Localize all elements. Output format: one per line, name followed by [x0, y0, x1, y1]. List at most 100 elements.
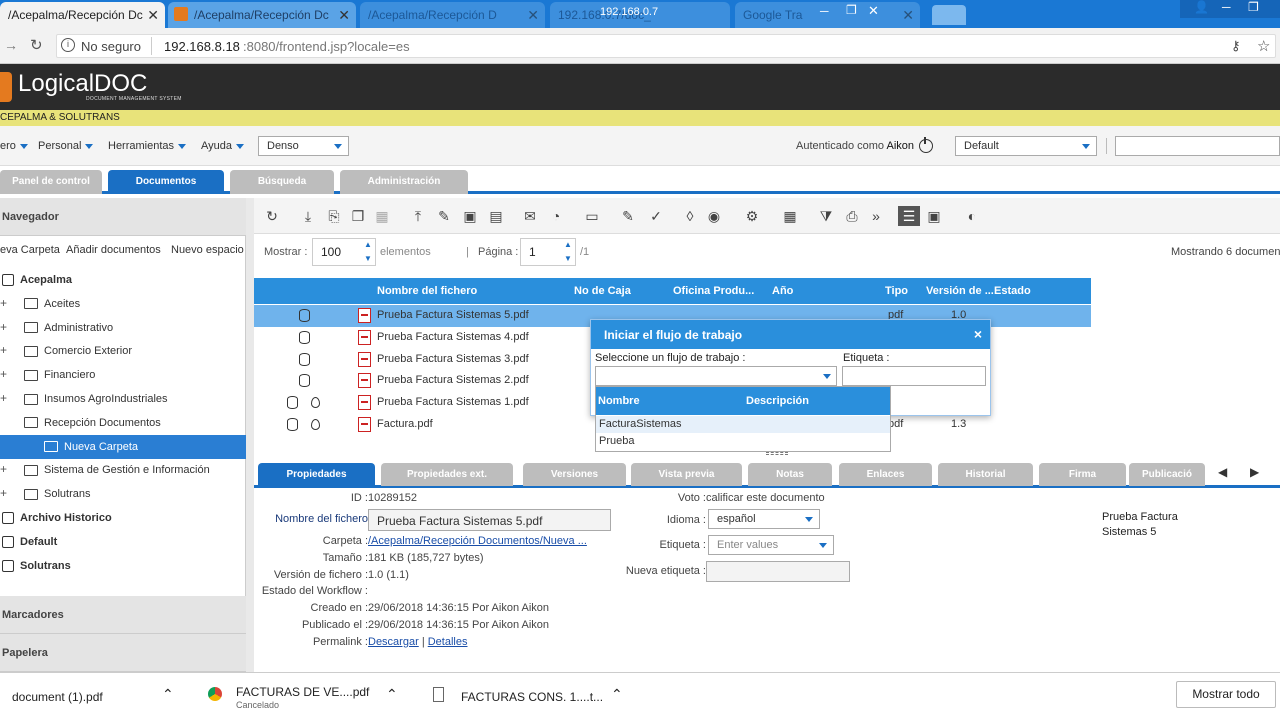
toggle-icon[interactable]: ◐ [964, 208, 980, 224]
navigator-title[interactable]: Navegador [0, 198, 246, 236]
chevron-up-icon[interactable]: ⌃ [386, 686, 398, 703]
workflow-drop-icon[interactable]: ◊ [682, 208, 698, 224]
tab-publication[interactable]: Publicació [1129, 463, 1205, 486]
tab-documents[interactable]: Documentos [108, 170, 224, 194]
tab-dashboard[interactable]: Panel de control [0, 170, 102, 194]
office-icon[interactable]: ▦ [374, 208, 390, 224]
expand-icon[interactable]: + [0, 462, 7, 476]
expand-icon[interactable]: + [0, 367, 7, 381]
column-type[interactable]: Tipo [885, 285, 908, 297]
tab-links[interactable]: Enlaces [839, 463, 932, 486]
settings-icon[interactable]: ⚙ [744, 208, 760, 224]
archive-icon[interactable]: ▭ [584, 208, 600, 224]
tags-input[interactable]: Enter values [708, 535, 834, 555]
new-folder-action[interactable]: eva Carpeta [0, 244, 60, 256]
more-icon[interactable]: » [868, 208, 884, 224]
column-office[interactable]: Oficina Produ... [673, 285, 754, 297]
tab-signature[interactable]: Firma [1039, 463, 1126, 486]
tab-search[interactable]: Búsqueda [230, 170, 334, 194]
tag-input[interactable] [842, 366, 986, 386]
details-link[interactable]: Detalles [428, 636, 468, 648]
chevron-up-icon[interactable]: ⌃ [162, 686, 174, 703]
image-icon[interactable]: ▣ [462, 208, 478, 224]
tab-properties[interactable]: Propiedades [258, 463, 375, 486]
tree-item[interactable]: + Sistema de Gestión e Información [0, 458, 246, 482]
close-tab-icon[interactable]: ✕ [527, 7, 539, 24]
pdf-export-icon[interactable]: ⎘ [326, 208, 342, 224]
tab-versions[interactable]: Versiones [523, 463, 626, 486]
expand-icon[interactable]: + [0, 320, 7, 334]
trash-section[interactable]: Papelera [0, 634, 246, 672]
workflow-select[interactable] [595, 366, 837, 386]
key-icon[interactable]: ⚷ [1231, 38, 1241, 54]
column-year[interactable]: Año [772, 285, 793, 297]
tab-ext-properties[interactable]: Propiedades ext. [381, 463, 513, 486]
tree-item[interactable]: + Administrativo [0, 316, 246, 340]
window-close-icon[interactable]: ✕ [868, 3, 879, 19]
browser-tab-2[interactable]: /Acepalma/Recepción Dc ✕ [168, 2, 356, 28]
user-icon[interactable]: 👤 [1194, 0, 1209, 14]
show-all-button[interactable]: Mostrar todo [1176, 681, 1276, 708]
download-item[interactable]: document (1).pdf ⌃ [0, 673, 190, 721]
tree-item[interactable]: + Aceites [0, 292, 246, 316]
tabs-scroll-left-icon[interactable]: ◀ [1218, 465, 1227, 479]
tree-item[interactable]: Archivo Historico [0, 506, 246, 530]
expand-icon[interactable]: + [0, 391, 7, 405]
upload-icon[interactable]: ⤒ [410, 208, 426, 224]
tree-item[interactable]: Recepción Documentos [0, 411, 246, 435]
refresh-icon[interactable]: ↻ [264, 208, 280, 224]
browser-tab-1[interactable]: /Acepalma/Recepción Dc ✕ [0, 2, 165, 28]
info-icon[interactable]: i [61, 38, 75, 52]
check-icon[interactable]: ✓ [648, 208, 664, 224]
tree-item[interactable]: Nueva Carpeta [0, 434, 246, 459]
download-item[interactable]: FACTURAS DE VE....pdf Cancelado ⌃ [200, 673, 410, 721]
tabs-scroll-right-icon[interactable]: ▶ [1250, 465, 1259, 479]
chevron-up-icon[interactable]: ⌃ [611, 686, 623, 703]
folder-link[interactable]: /Acepalma/Recepción Documentos/Nueva ... [368, 535, 587, 547]
menu-file[interactable]: ero [0, 140, 28, 152]
address-bar[interactable]: i No seguro 192.168.8.18 :8080/frontend.… [56, 34, 1276, 58]
forward-icon[interactable]: → [4, 37, 18, 53]
menu-tools[interactable]: Herramientas [108, 140, 187, 152]
column-status[interactable]: Estado [994, 285, 1031, 297]
document-icon[interactable]: ▤ [488, 208, 504, 224]
spin-down-icon[interactable]: ▼ [564, 254, 572, 263]
approve-icon[interactable]: ◉ [706, 208, 722, 224]
tree-item[interactable]: Default [0, 530, 246, 554]
download-icon[interactable]: ⤓ [300, 208, 316, 224]
tree-item[interactable]: Acepalma [0, 268, 246, 292]
copy-icon[interactable]: ❐ [350, 208, 366, 224]
tab-history[interactable]: Historial [938, 463, 1033, 486]
tab-preview[interactable]: Vista previa [631, 463, 742, 486]
maximize-icon[interactable]: ❐ [1248, 0, 1259, 14]
column-version[interactable]: Versión de ... [926, 285, 994, 297]
spin-up-icon[interactable]: ▲ [364, 240, 372, 249]
close-tab-icon[interactable]: ✕ [902, 7, 914, 24]
tab-administration[interactable]: Administración [340, 170, 468, 194]
download-item[interactable]: FACTURAS CONS. 1....t... ⌃ [425, 673, 640, 721]
expand-icon[interactable]: + [0, 486, 7, 500]
expand-icon[interactable]: + [0, 296, 7, 310]
edit-pen-icon[interactable]: ✎ [436, 208, 452, 224]
minimize-icon[interactable]: ─ [1222, 0, 1231, 14]
browser-tab-3[interactable]: /Acepalma/Recepción D ✕ [360, 2, 545, 28]
tab-notes[interactable]: Notas [748, 463, 832, 486]
close-icon[interactable]: × [974, 326, 982, 342]
bookmarks-section[interactable]: Marcadores [0, 596, 246, 634]
list-view-icon[interactable]: ☰ [898, 206, 920, 226]
column-filename[interactable]: Nombre del fichero [377, 285, 477, 297]
menu-help[interactable]: Ayuda [201, 140, 244, 152]
resize-handle[interactable] [766, 452, 788, 455]
spin-up-icon[interactable]: ▲ [564, 240, 572, 249]
reload-icon[interactable]: ↻ [30, 36, 43, 54]
vote-link[interactable]: calificar este documento [706, 492, 825, 504]
search-input[interactable] [1115, 136, 1280, 156]
close-tab-icon[interactable]: ✕ [338, 7, 350, 24]
density-select[interactable]: Denso [258, 136, 349, 156]
column-box-number[interactable]: No de Caja [574, 285, 631, 297]
tree-item[interactable]: Solutrans [0, 554, 246, 578]
print-icon[interactable]: ⎙ [844, 208, 860, 224]
workflow-option[interactable]: Prueba [596, 433, 890, 450]
window-restore-icon[interactable]: ❐ [846, 3, 857, 17]
gallery-view-icon[interactable]: ▣ [926, 208, 942, 224]
